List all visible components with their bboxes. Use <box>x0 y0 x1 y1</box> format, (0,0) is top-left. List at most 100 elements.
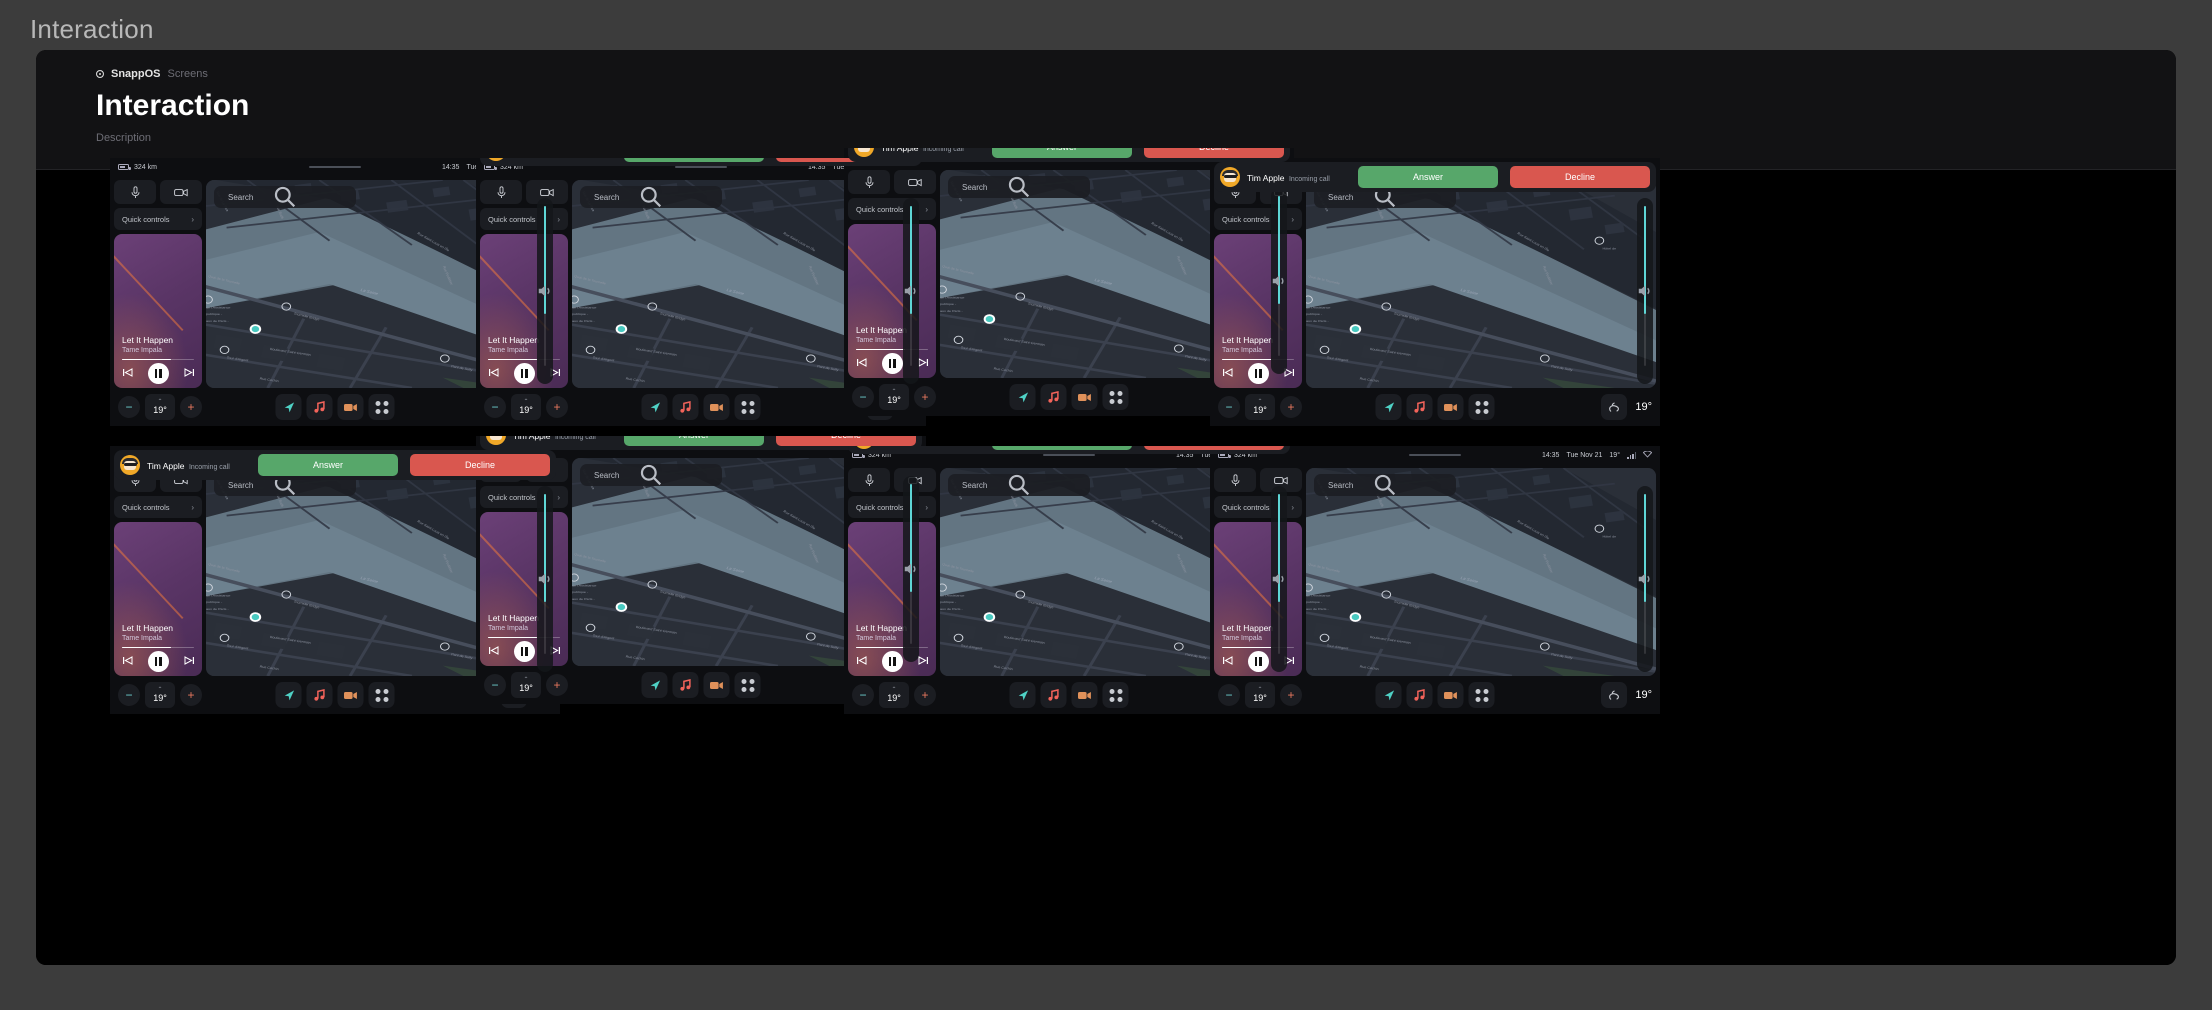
microphone-button[interactable] <box>1214 468 1256 492</box>
maps-app-icon[interactable] <box>641 394 668 420</box>
quick-controls-row[interactable]: Quick controls › <box>848 198 936 220</box>
map-search-field[interactable]: Search <box>580 186 722 208</box>
pause-button[interactable] <box>1247 651 1269 672</box>
video-app-icon[interactable] <box>1437 394 1464 420</box>
music-app-icon[interactable] <box>306 682 333 708</box>
map-view[interactable]: La Seine Tournelle Bridge Tour d'Argent … <box>1306 180 1656 388</box>
maps-app-icon[interactable] <box>1375 682 1402 708</box>
answer-call-button[interactable]: Answer <box>624 158 764 162</box>
breadcrumb-section[interactable]: Screens <box>168 68 208 80</box>
video-app-icon[interactable] <box>1071 682 1098 708</box>
skip-back-button[interactable] <box>1222 365 1233 383</box>
seat-heater-icon[interactable] <box>1601 682 1628 708</box>
map-search-field[interactable]: Search <box>214 186 356 208</box>
all-apps-icon[interactable] <box>734 672 761 698</box>
temp-decrease-button[interactable]: − <box>852 684 874 706</box>
skip-forward-button[interactable] <box>918 355 929 373</box>
video-app-icon[interactable] <box>703 394 730 420</box>
maps-app-icon[interactable] <box>1009 682 1036 708</box>
microphone-button[interactable] <box>848 468 890 492</box>
temp-display-left[interactable]: ⌃ 19° <box>145 394 175 420</box>
temp-increase-button[interactable]: + <box>914 386 936 408</box>
music-player-card[interactable]: Let It Happen Tame Impala <box>1214 234 1302 388</box>
music-player-card[interactable]: Let It Happen Tame Impala <box>480 234 568 388</box>
decline-call-button[interactable]: Decline <box>1144 148 1284 158</box>
all-apps-icon[interactable] <box>734 394 761 420</box>
volume-slider[interactable] <box>537 486 553 672</box>
decline-call-button[interactable]: Decline <box>410 454 550 476</box>
all-apps-icon[interactable] <box>1468 682 1495 708</box>
volume-slider[interactable] <box>1271 486 1287 672</box>
maps-app-icon[interactable] <box>1009 384 1036 410</box>
video-app-icon[interactable] <box>1437 682 1464 708</box>
maps-app-icon[interactable] <box>275 394 302 420</box>
microphone-button[interactable] <box>114 180 156 204</box>
pause-button[interactable] <box>1247 363 1269 384</box>
video-app-icon[interactable] <box>703 672 730 698</box>
all-apps-icon[interactable] <box>1102 384 1129 410</box>
music-app-icon[interactable] <box>1406 682 1433 708</box>
skip-back-button[interactable] <box>856 355 867 373</box>
temp-right-value[interactable]: 19° <box>1635 401 1652 413</box>
map-search-field[interactable]: Search <box>948 176 1090 198</box>
music-app-icon[interactable] <box>1040 384 1067 410</box>
temp-display-left[interactable]: ⌃ 19° <box>511 672 541 698</box>
music-app-icon[interactable] <box>306 394 333 420</box>
drag-handle[interactable] <box>309 166 361 168</box>
volume-slider[interactable] <box>903 198 919 384</box>
music-player-card[interactable]: Let It Happen Tame Impala <box>1214 522 1302 676</box>
temp-display-left[interactable]: ⌃ 19° <box>511 394 541 420</box>
temp-display-left[interactable]: ⌃ 19° <box>145 682 175 708</box>
maps-app-icon[interactable] <box>641 672 668 698</box>
volume-slider[interactable] <box>903 476 919 662</box>
map-search-field[interactable]: Search <box>948 474 1090 496</box>
quick-controls-row[interactable]: Quick controls › <box>848 496 936 518</box>
temp-increase-button[interactable]: + <box>546 674 568 696</box>
music-player-card[interactable]: Let It Happen Tame Impala <box>480 512 568 666</box>
skip-forward-button[interactable] <box>184 653 195 671</box>
seat-heater-icon[interactable] <box>1601 394 1628 420</box>
music-player-card[interactable]: Let It Happen Tame Impala <box>114 234 202 388</box>
temp-decrease-button[interactable]: − <box>118 396 140 418</box>
temp-display-left[interactable]: ⌃ 19° <box>879 682 909 708</box>
video-camera-button[interactable] <box>160 180 202 204</box>
decline-call-button[interactable]: Decline <box>1144 446 1284 450</box>
answer-call-button[interactable]: Answer <box>992 446 1132 450</box>
answer-call-button[interactable]: Answer <box>1358 166 1498 188</box>
all-apps-icon[interactable] <box>1468 394 1495 420</box>
temp-decrease-button[interactable]: − <box>1218 396 1240 418</box>
video-app-icon[interactable] <box>337 394 364 420</box>
temp-increase-button[interactable]: + <box>180 684 202 706</box>
incoming-call-banner-s7[interactable]: Tim Apple Incoming call Answer Decline <box>848 446 1290 454</box>
temp-right-value[interactable]: 19° <box>1635 689 1652 701</box>
answer-call-button[interactable]: Answer <box>624 436 764 446</box>
pause-button[interactable] <box>147 363 169 384</box>
temp-increase-button[interactable]: + <box>914 684 936 706</box>
skip-back-button[interactable] <box>488 643 499 661</box>
skip-back-button[interactable] <box>122 365 133 383</box>
quick-controls-row[interactable]: Quick controls › <box>480 208 568 230</box>
map-search-field[interactable]: Search <box>1314 474 1456 496</box>
drag-handle[interactable] <box>675 166 727 168</box>
quick-controls-row[interactable]: Quick controls › <box>114 496 202 518</box>
skip-back-button[interactable] <box>488 365 499 383</box>
answer-call-button[interactable]: Answer <box>258 454 398 476</box>
temp-decrease-button[interactable]: − <box>484 674 506 696</box>
incoming-call-banner-s4[interactable]: Tim Apple Incoming call Answer Decline <box>1214 162 1656 192</box>
decline-call-button[interactable]: Decline <box>1510 166 1650 188</box>
all-apps-icon[interactable] <box>368 682 395 708</box>
answer-call-button[interactable]: Answer <box>992 148 1132 158</box>
music-player-card[interactable]: Let It Happen Tame Impala <box>848 522 936 676</box>
music-progress-bar[interactable] <box>122 646 194 648</box>
microphone-button[interactable] <box>480 180 522 204</box>
skip-forward-button[interactable] <box>184 365 195 383</box>
volume-slider[interactable] <box>1271 188 1287 374</box>
quick-controls-row[interactable]: Quick controls › <box>114 208 202 230</box>
music-player-card[interactable]: Let It Happen Tame Impala <box>114 522 202 676</box>
temp-increase-button[interactable]: + <box>1280 684 1302 706</box>
temp-display-left[interactable]: ⌃ 19° <box>1245 682 1275 708</box>
quick-controls-row[interactable]: Quick controls › <box>1214 496 1302 518</box>
drag-handle[interactable] <box>1043 454 1095 456</box>
incoming-call-banner-s5[interactable]: Tim Apple Incoming call Answer Decline <box>114 450 556 480</box>
map-search-field[interactable]: Search <box>580 464 722 486</box>
